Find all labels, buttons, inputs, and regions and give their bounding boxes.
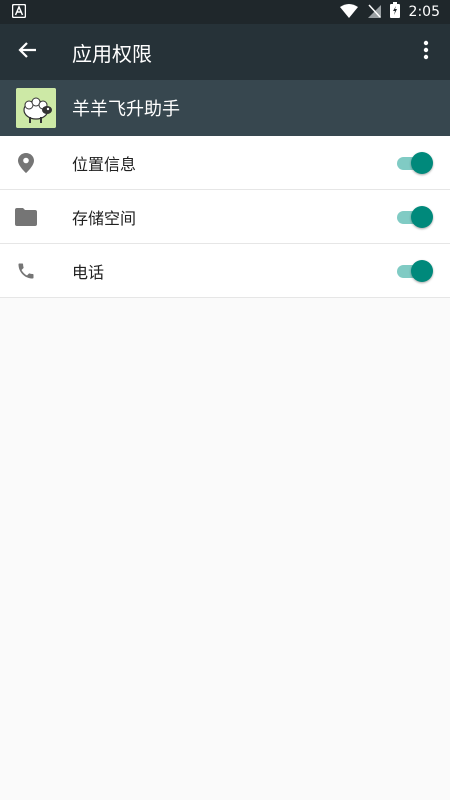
more-vert-icon	[423, 40, 429, 64]
overflow-menu-button[interactable]	[402, 28, 450, 76]
arrow-back-icon	[18, 40, 38, 64]
notification-a-icon	[11, 3, 27, 22]
phone-toggle[interactable]	[395, 259, 433, 282]
status-time: 2:05	[408, 4, 440, 20]
app-header: 羊羊飞升助手	[0, 80, 450, 136]
location-toggle[interactable]	[395, 151, 433, 174]
folder-icon	[14, 205, 38, 229]
permission-label: 存储空间	[72, 208, 137, 228]
location-pin-icon	[14, 151, 38, 175]
permission-row-storage[interactable]: 存储空间	[0, 190, 450, 244]
phone-icon	[14, 259, 38, 283]
toggle-thumb	[411, 151, 433, 174]
permission-list: 位置信息 存储空间 电话	[0, 136, 450, 298]
wifi-icon	[339, 3, 358, 22]
back-button[interactable]	[16, 40, 40, 64]
permission-label: 位置信息	[72, 154, 137, 174]
permission-row-phone[interactable]: 电话	[0, 244, 450, 298]
permission-row-location[interactable]: 位置信息	[0, 136, 450, 190]
toggle-thumb	[411, 259, 433, 282]
permission-label: 电话	[72, 262, 105, 282]
status-bar: 2:05	[0, 0, 450, 24]
toggle-thumb	[411, 205, 433, 228]
battery-charging-icon	[389, 2, 400, 22]
app-name: 羊羊飞升助手	[72, 99, 180, 120]
sheep-app-icon	[16, 88, 56, 128]
no-sim-icon	[367, 3, 381, 22]
toolbar: 应用权限	[0, 24, 450, 80]
storage-toggle[interactable]	[395, 205, 433, 228]
page-title: 应用权限	[72, 41, 152, 66]
